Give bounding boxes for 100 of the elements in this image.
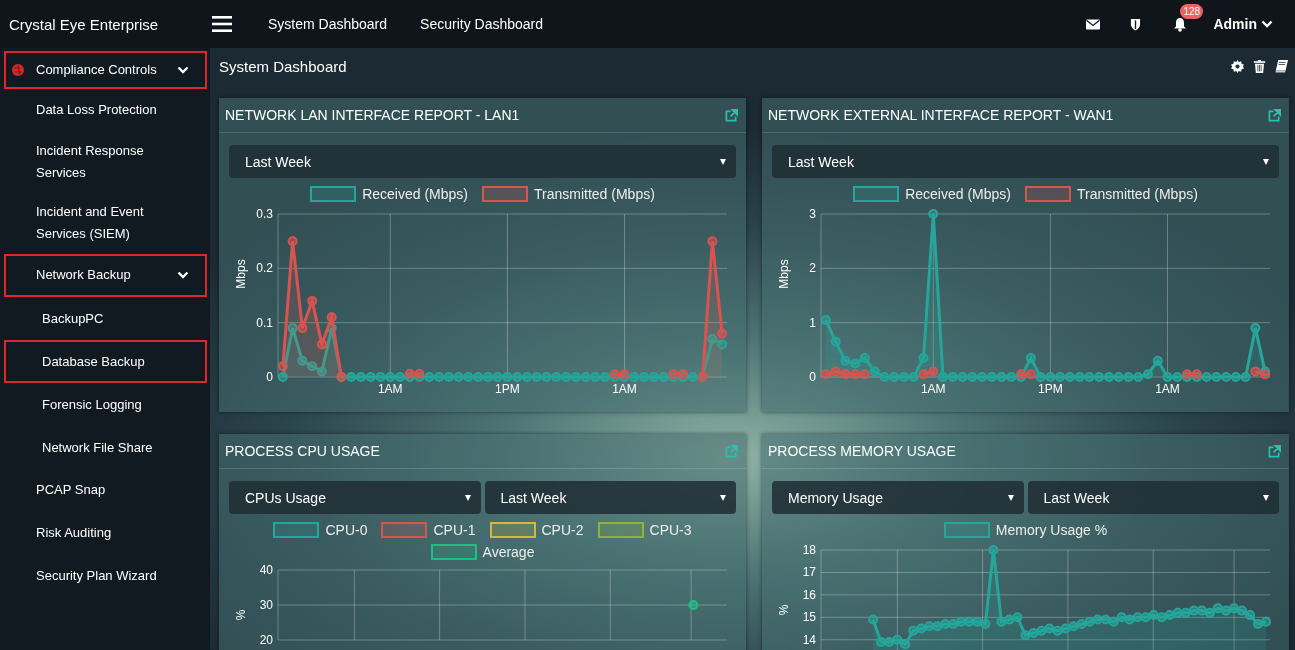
point [859, 352, 870, 363]
nav-link[interactable]: System Dashboard [268, 16, 388, 32]
point [1074, 372, 1085, 382]
point [1236, 605, 1247, 616]
point [404, 368, 415, 379]
point [1221, 372, 1232, 382]
sidebar-item[interactable]: Network Backup [4, 254, 207, 297]
point [551, 372, 562, 382]
panel-title: NETWORK LAN INTERFACE REPORT - LAN1 [225, 107, 521, 123]
legend-label: CPU-2 [541, 522, 584, 538]
point [375, 372, 386, 382]
x-tick-label: 1PM [1038, 382, 1063, 396]
point [948, 619, 959, 630]
point [1076, 619, 1087, 630]
point [570, 372, 581, 382]
point [996, 616, 1007, 627]
point [1212, 603, 1223, 614]
point [977, 372, 988, 382]
point [1084, 616, 1095, 627]
point [307, 295, 318, 306]
sidebar-item[interactable]: Security Plan Wizard [4, 555, 207, 598]
y-tick-label: 40 [259, 563, 273, 577]
sidebar-item[interactable]: Risk Auditing [4, 512, 207, 555]
caret-icon [720, 494, 726, 501]
point [1244, 610, 1255, 621]
point [1148, 610, 1159, 621]
nav-link[interactable]: Security Dashboard [420, 16, 543, 32]
y-tick-label: 1 [809, 315, 816, 330]
point [850, 369, 861, 380]
sidebar-item[interactable]: Incident and Event Services (SIEM) [4, 193, 207, 254]
y-tick-label: 0 [809, 370, 816, 384]
panel-title: PROCESS CPU USAGE [225, 443, 381, 459]
point [908, 372, 919, 382]
point [869, 366, 880, 377]
point [1228, 603, 1239, 614]
y-tick-label: 2 [809, 261, 816, 276]
x-tick-label: 1PM [495, 382, 520, 396]
point [1164, 610, 1175, 621]
external-link-icon[interactable] [1268, 444, 1281, 458]
point [889, 372, 900, 382]
caret-icon [1007, 494, 1014, 501]
point [1133, 372, 1144, 382]
point [443, 372, 454, 382]
point [1260, 616, 1271, 627]
user-menu[interactable]: Admin [1213, 16, 1273, 32]
legend-label: Received (Mbps) [362, 186, 468, 202]
point [1103, 372, 1114, 382]
trash-icon[interactable] [1253, 59, 1266, 73]
dropdown[interactable]: Last Week [1027, 481, 1279, 514]
point [859, 369, 870, 380]
mail-icon[interactable] [1086, 18, 1101, 30]
point [1140, 612, 1151, 623]
point [1201, 372, 1212, 382]
point [502, 372, 513, 382]
point [297, 323, 308, 334]
sidebar-item[interactable]: Compliance Controls [4, 51, 207, 89]
x-tick-label: 1AM [920, 382, 946, 396]
point [1094, 372, 1105, 382]
point [1250, 366, 1261, 377]
sidebar-item[interactable]: Incident Response Services [4, 132, 207, 193]
dropdown[interactable]: Memory Usage [772, 481, 1024, 514]
point [1250, 323, 1261, 334]
point [1064, 372, 1075, 382]
sidebar-item[interactable]: BackupPC [4, 297, 207, 340]
sidebar-item[interactable]: Database Backup [4, 340, 207, 383]
legend-label: CPU-3 [649, 522, 692, 538]
external-link-icon[interactable] [725, 108, 738, 122]
sidebar-item[interactable]: Forensic Logging [4, 383, 207, 426]
legend-label: Transmitted (Mbps) [534, 186, 655, 202]
sidebar-item[interactable]: Network File Share [4, 426, 207, 469]
book-icon[interactable] [1275, 59, 1288, 73]
sidebar-item[interactable]: PCAP Snap [4, 469, 207, 512]
point [957, 372, 968, 382]
point [1172, 607, 1183, 618]
point [658, 372, 669, 382]
point [908, 625, 919, 636]
point [996, 372, 1007, 382]
point [1036, 625, 1047, 636]
shield-icon[interactable] [1130, 17, 1142, 31]
point [1172, 372, 1183, 382]
point [287, 236, 298, 247]
sidebar-item[interactable]: Data Loss Protection [4, 89, 207, 132]
dropdown[interactable]: Last Week [229, 145, 736, 178]
external-link-icon[interactable] [1268, 108, 1281, 122]
dropdown[interactable]: Last Week [772, 145, 1279, 178]
point [1152, 355, 1163, 366]
bell-icon[interactable] [1173, 16, 1188, 32]
point [1204, 607, 1215, 618]
point [1116, 612, 1127, 623]
dropdown[interactable]: CPUs Usage [229, 481, 481, 514]
point [938, 372, 949, 382]
point [1132, 612, 1143, 623]
menu-icon[interactable] [212, 16, 232, 32]
point [512, 372, 523, 382]
point [434, 372, 445, 382]
settings-icon[interactable] [1231, 59, 1244, 73]
point [385, 372, 396, 382]
point [884, 637, 895, 648]
dropdown[interactable]: Last Week [484, 481, 736, 514]
point [892, 634, 903, 645]
